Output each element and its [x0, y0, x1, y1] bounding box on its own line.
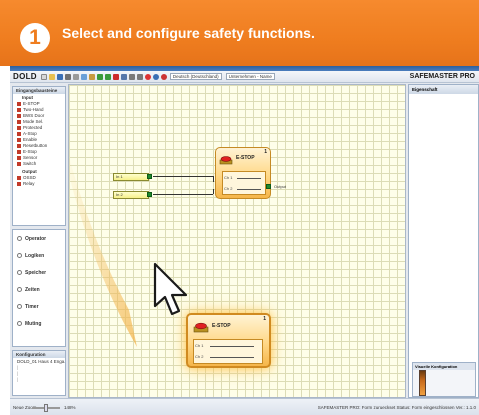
language-select[interactable]: Deutsch (Deutschland): [169, 73, 222, 80]
input-blocks-panel-title: Eingangsbausteine: [13, 87, 65, 94]
block-type-icon: [17, 181, 21, 186]
dragged-block-number: 1: [263, 316, 266, 322]
input-item-label: Resetbutton: [23, 143, 48, 148]
configuration-title: Konfiguration: [13, 351, 65, 358]
app-window: DOLD Deutsch (Deutschland) Unternehmen -…: [10, 66, 479, 415]
expand-icon[interactable]: [17, 253, 22, 258]
input-item-label: Enable: [23, 137, 38, 142]
banner-title: Select and configure safety functions.: [62, 25, 315, 41]
category-4[interactable]: Timer: [13, 298, 65, 315]
output-item-1[interactable]: Relay: [13, 180, 65, 186]
category-label: Zeiten: [25, 287, 40, 293]
grid-icon[interactable]: [120, 73, 127, 80]
properties-title: Eigenschaft: [409, 85, 478, 94]
expand-icon[interactable]: [17, 287, 22, 292]
expand-icon[interactable]: [17, 321, 22, 326]
input-item-label: BWS Door: [23, 113, 45, 118]
block-type-icon: [17, 107, 21, 112]
copy-icon[interactable]: [80, 73, 87, 80]
zoom-slider-handle[interactable]: [44, 404, 48, 412]
block-type-icon: [17, 161, 21, 166]
category-label: Speicher: [25, 270, 47, 276]
category-label: Logiken: [25, 253, 45, 259]
category-1[interactable]: Logiken: [13, 247, 65, 264]
step-number-badge: 1: [20, 23, 50, 53]
language-icon[interactable]: [160, 73, 167, 80]
dragged-channel-1-label: Ch 1: [195, 343, 204, 348]
configuration-item[interactable]: DOLD_01 Haus 4 Enga...: [13, 358, 65, 364]
zoom-out-icon[interactable]: [136, 73, 143, 80]
undo-icon[interactable]: [96, 73, 103, 80]
product-name: SAFEMASTER PRO: [409, 73, 475, 80]
mouse-pointer-icon: [153, 262, 188, 316]
design-canvas[interactable]: In 1 In 2 E-STOP 1 Ch 1 Ch 2 Output E-ST…: [68, 84, 406, 398]
left-sidebar: Eingangsbausteine Input E-STOP Two-Hand BW…: [10, 84, 68, 398]
visual-configuration-title: Visuelle Konfiguration: [413, 363, 475, 370]
paste-icon[interactable]: [88, 73, 95, 80]
category-0[interactable]: Operator: [13, 230, 65, 247]
info-icon[interactable]: [152, 73, 159, 80]
block-type-icon: [17, 155, 21, 160]
input-item-label: Sensor: [23, 155, 38, 160]
input-item-label: Mode Sel.: [23, 119, 44, 124]
output-item-label: Relay: [23, 181, 35, 186]
zoom-in-icon[interactable]: [128, 73, 135, 80]
status-bar: Neue Zoom 148% SAFEMASTER PRO: Form zuru…: [10, 398, 479, 415]
dragged-channel-2-label: Ch 2: [195, 354, 204, 359]
input-item-label: E-STOP: [23, 101, 40, 106]
configuration-tree-line: |: [17, 377, 19, 382]
expand-icon[interactable]: [17, 270, 22, 275]
brand-logo: DOLD: [13, 72, 37, 81]
category-label: Timer: [25, 304, 39, 310]
dragged-block-body: Ch 1 Ch 2: [193, 339, 263, 364]
configuration-panel: Konfiguration DOLD_01 Haus 4 Enga... | |…: [12, 350, 66, 396]
input-item-label: E-Stop: [23, 149, 37, 154]
category-label: Operator: [25, 236, 47, 242]
visual-configuration-panel: Visuelle Konfiguration: [412, 362, 476, 397]
estop-icon: [193, 322, 209, 333]
flag-icon[interactable]: [144, 73, 151, 80]
input-item-label: Switch: [23, 161, 37, 166]
input-item-label: Two-Hand: [23, 107, 44, 112]
category-panel: Operator Logiken Speicher Zeiten Timer Muting: [12, 229, 66, 347]
block-type-icon: [17, 113, 21, 118]
block-type-icon: [17, 137, 21, 142]
input-item-10[interactable]: Switch: [13, 160, 65, 166]
input-blocks-panel: Eingangsbausteine Input E-STOP Two-Hand BW…: [12, 86, 66, 226]
dragged-block-title: E-STOP: [212, 323, 231, 329]
redo-icon[interactable]: [104, 73, 111, 80]
dragged-channel-1-switch: [210, 346, 254, 347]
new-file-icon[interactable]: [40, 73, 47, 80]
print-icon[interactable]: [64, 73, 71, 80]
status-text: SAFEMASTER PRO: Form zurueckset Status: …: [317, 405, 476, 410]
toolbar: DOLD Deutsch (Deutschland) Unternehmen -…: [10, 71, 479, 83]
block-type-icon: [17, 131, 21, 136]
visual-configuration-preview: [419, 370, 426, 396]
open-folder-icon[interactable]: [48, 73, 55, 80]
dragged-channel-2-switch: [210, 357, 254, 358]
block-type-icon: [17, 101, 21, 106]
block-type-icon: [17, 119, 21, 124]
block-type-icon: [17, 149, 21, 154]
cut-icon[interactable]: [72, 73, 79, 80]
delete-icon[interactable]: [112, 73, 119, 80]
category-label: Muting: [25, 321, 42, 327]
expand-icon[interactable]: [17, 304, 22, 309]
block-type-icon: [17, 175, 21, 180]
zoom-value: 148%: [64, 405, 76, 410]
block-type-icon: [17, 125, 21, 130]
properties-panel: Eigenschaft Visuelle Konfiguration: [408, 84, 479, 398]
category-2[interactable]: Speicher: [13, 264, 65, 281]
output-item-label: OSSD: [23, 175, 36, 180]
company-select[interactable]: Unternehmen - Name: [225, 73, 275, 80]
category-5[interactable]: Muting: [13, 315, 65, 332]
input-item-label: A-Stop: [23, 131, 37, 136]
category-3[interactable]: Zeiten: [13, 281, 65, 298]
dragged-estop-block[interactable]: E-STOP 1 Ch 1 Ch 2: [186, 313, 271, 368]
step-banner: 1 Select and configure safety functions.: [0, 0, 479, 66]
block-type-icon: [17, 143, 21, 148]
expand-icon[interactable]: [17, 236, 22, 241]
input-item-label: Protected: [23, 125, 43, 130]
save-icon[interactable]: [56, 73, 63, 80]
